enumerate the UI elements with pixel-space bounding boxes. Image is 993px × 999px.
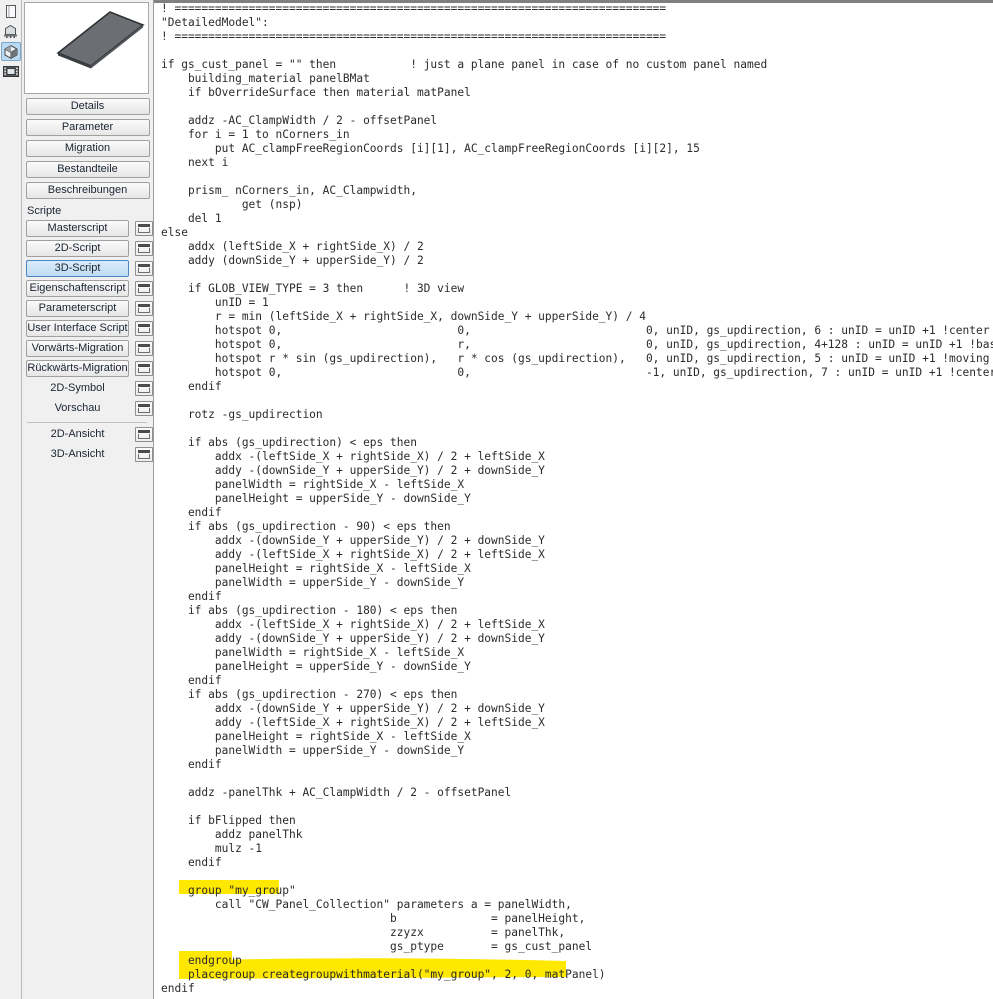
script-row-vorwaerts-migration[interactable]: Vorwärts-Migration xyxy=(22,340,153,357)
gdl-script-editor-window: Details Parameter Migration Bestandteile… xyxy=(0,0,993,999)
section-divider xyxy=(27,422,147,423)
open-window-icon[interactable] xyxy=(135,321,153,336)
script-row-2d-symbol[interactable]: 2D-Symbol xyxy=(22,380,153,397)
cube-3d-icon[interactable] xyxy=(0,42,21,61)
script-button-vorschau[interactable]: Vorschau xyxy=(26,400,129,417)
script-button-2d-script[interactable]: 2D-Script xyxy=(26,240,129,257)
script-row-user-interface-script[interactable]: User Interface Script xyxy=(22,320,153,337)
details-button[interactable]: Details xyxy=(25,98,150,115)
script-button-user-interface-script[interactable]: User Interface Script xyxy=(26,320,129,337)
open-window-icon[interactable] xyxy=(135,361,153,376)
preview-film-icon[interactable] xyxy=(1,62,21,81)
script-row-parameterscript[interactable]: Parameterscript xyxy=(22,300,153,317)
script-button-eigenschaftenscript[interactable]: Eigenschaftenscript xyxy=(26,280,129,297)
open-window-icon[interactable] xyxy=(135,447,153,462)
open-window-icon[interactable] xyxy=(135,281,153,296)
script-row-masterscript[interactable]: Masterscript xyxy=(22,220,153,237)
open-window-icon[interactable] xyxy=(135,381,153,396)
model-preview[interactable] xyxy=(24,2,149,94)
open-window-icon[interactable] xyxy=(135,261,153,276)
mode-icon-rail xyxy=(0,0,22,999)
script-editor-pane[interactable]: ! ======================================… xyxy=(154,0,993,999)
parameter-button[interactable]: Parameter xyxy=(25,119,150,136)
open-window-icon[interactable] xyxy=(135,341,153,356)
script-button-parameterscript[interactable]: Parameterscript xyxy=(26,300,129,317)
script-row-rueckwaerts-migration[interactable]: Rückwärts-Migration xyxy=(22,360,153,377)
script-button-masterscript[interactable]: Masterscript xyxy=(26,220,129,237)
symbol-2d-icon[interactable] xyxy=(1,22,21,41)
bestandteile-button[interactable]: Bestandteile xyxy=(25,161,150,178)
script-row-3d-script[interactable]: 3D-Script xyxy=(22,260,153,277)
open-window-icon[interactable] xyxy=(135,427,153,442)
script-button-rueckwaerts-migration[interactable]: Rückwärts-Migration xyxy=(26,360,129,377)
open-window-icon[interactable] xyxy=(135,401,153,416)
open-window-icon[interactable] xyxy=(135,221,153,236)
script-button-vorwaerts-migration[interactable]: Vorwärts-Migration xyxy=(26,340,129,357)
view-row-3d-ansicht[interactable]: 3D-Ansicht xyxy=(22,446,153,463)
script-row-eigenschaftenscript[interactable]: Eigenschaftenscript xyxy=(22,280,153,297)
open-window-icon[interactable] xyxy=(135,301,153,316)
open-window-icon[interactable] xyxy=(135,241,153,256)
navigator-panel: Details Parameter Migration Bestandteile… xyxy=(22,0,154,999)
view-row-2d-ansicht[interactable]: 2D-Ansicht xyxy=(22,426,153,443)
migration-button[interactable]: Migration xyxy=(25,140,150,157)
view-button-2d-ansicht[interactable]: 2D-Ansicht xyxy=(26,426,129,443)
script-code[interactable]: ! ======================================… xyxy=(161,2,993,996)
script-row-2d-script[interactable]: 2D-Script xyxy=(22,240,153,257)
scripts-section-label: Scripte xyxy=(27,205,62,217)
beschreibungen-button[interactable]: Beschreibungen xyxy=(25,182,150,199)
script-button-2d-symbol[interactable]: 2D-Symbol xyxy=(26,380,129,397)
view-button-3d-ansicht[interactable]: 3D-Ansicht xyxy=(26,446,129,463)
script-row-vorschau[interactable]: Vorschau xyxy=(22,400,153,417)
document-icon[interactable] xyxy=(1,2,21,21)
script-button-3d-script[interactable]: 3D-Script xyxy=(26,260,129,277)
